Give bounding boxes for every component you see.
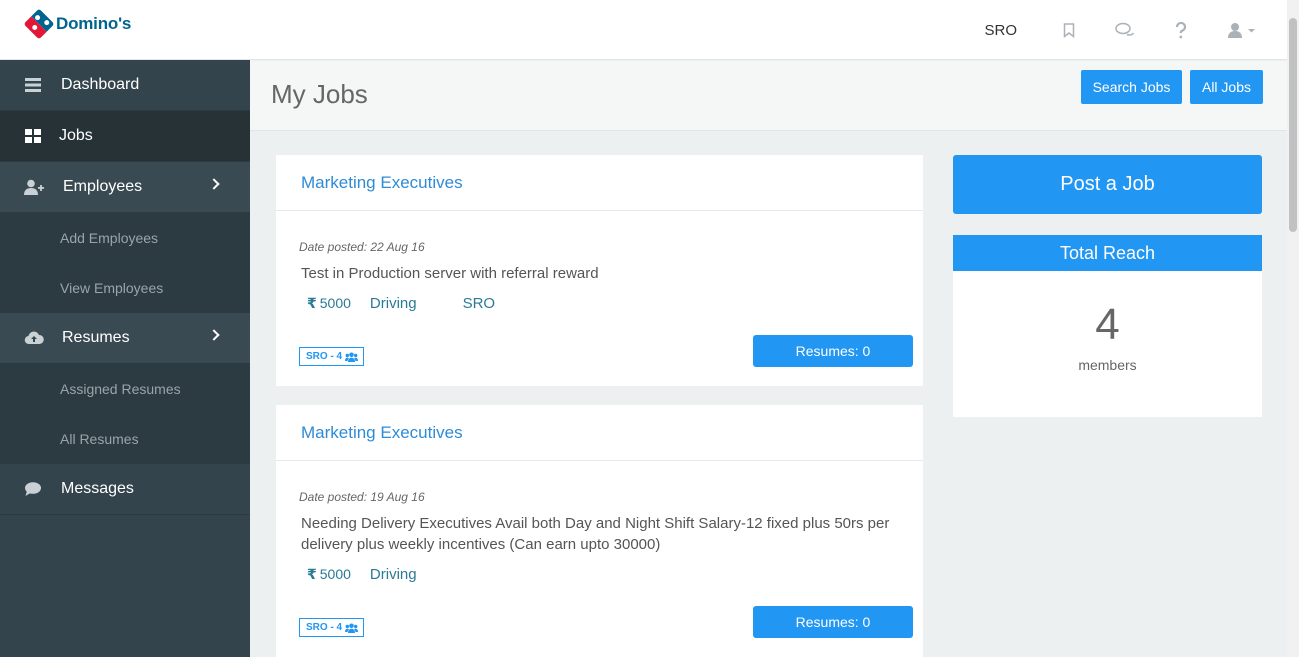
scrollbar-thumb[interactable] [1289,18,1297,232]
job-category: Driving [369,295,417,312]
sidebar-item-label: Employees [63,178,143,195]
job-card: Marketing Executives Date posted: 19 Aug… [276,405,923,657]
help-icon[interactable] [1171,20,1191,40]
total-reach-panel: Total Reach 4 members [953,235,1262,417]
total-reach-title: Total Reach [953,235,1262,271]
sidebar-item-label: Dashboard [61,76,140,93]
user-menu-icon[interactable] [1227,20,1257,40]
sidebar-item-jobs[interactable]: Jobs [0,111,250,162]
total-reach-count: 4 [1095,300,1120,349]
job-card: Marketing Executives Date posted: 22 Aug… [276,155,923,386]
add-user-icon [24,179,44,195]
chevron-right-icon [208,178,220,190]
sidebar-item-employees[interactable]: Employees [0,162,250,213]
job-title-link[interactable]: Marketing Executives [276,405,923,461]
cloud-upload-icon [24,330,44,346]
group-icon [345,352,359,362]
reach-badge[interactable]: SRO - 4 [299,347,365,366]
sidebar-item-label: Jobs [59,127,93,144]
resumes-button[interactable]: Resumes: 0 [753,606,913,638]
brand-name: Domino's [56,14,132,33]
rupee-icon: ₹ [307,295,317,311]
resumes-button[interactable]: Resumes: 0 [753,335,913,367]
job-location: SRO [462,295,496,312]
chat-icon[interactable] [1115,20,1135,40]
sidebar-item-messages[interactable]: Messages [0,464,250,515]
sidebar-subitem-add-employees[interactable]: Add Employees [0,213,250,263]
top-user-label[interactable]: SRO [984,22,1017,39]
job-salary: ₹5000 [307,566,351,582]
job-salary: ₹5000 [307,295,351,311]
job-category: Driving [369,566,417,583]
sidebar: Dashboard Jobs Employees Add Employees V… [0,60,250,657]
page-scrollbar[interactable] [1287,0,1299,657]
job-description: Needing Delivery Executives Avail both D… [301,515,890,553]
rupee-icon: ₹ [307,566,317,582]
top-bar: Domino's SRO [0,0,1287,60]
sidebar-subitem-assigned-resumes[interactable]: Assigned Resumes [0,364,250,414]
sidebar-item-label: Resumes [62,329,130,346]
logo-tile-icon [23,8,55,40]
all-jobs-button[interactable]: All Jobs [1190,70,1263,104]
job-meta: ₹5000 Driving SRO [307,295,541,312]
speech-bubble-icon [24,481,42,497]
sidebar-item-dashboard[interactable]: Dashboard [0,60,250,111]
page-title: My Jobs [271,79,368,109]
sidebar-subitem-view-employees[interactable]: View Employees [0,263,250,313]
job-description: Test in Production server with referral … [301,265,599,282]
job-meta: ₹5000 Driving [307,566,463,583]
dominos-logo[interactable]: Domino's [23,8,132,40]
job-title-link[interactable]: Marketing Executives [276,155,923,211]
group-icon [345,623,359,633]
reach-badge[interactable]: SRO - 4 [299,618,365,637]
chevron-right-icon [208,329,220,341]
bookmark-icon[interactable] [1059,20,1079,40]
sidebar-subitem-all-resumes[interactable]: All Resumes [0,414,250,464]
page-header: My Jobs Search Jobs All Jobs [250,61,1287,131]
job-date: Date posted: 22 Aug 16 [299,240,425,254]
search-jobs-button[interactable]: Search Jobs [1081,70,1182,104]
dashboard-icon [24,77,42,93]
grid-icon [24,128,42,144]
job-date: Date posted: 19 Aug 16 [299,490,425,504]
sidebar-item-label: Messages [61,480,134,497]
post-job-button[interactable]: Post a Job [953,155,1262,214]
total-reach-unit: members [1078,357,1137,373]
sidebar-item-resumes[interactable]: Resumes [0,313,250,364]
